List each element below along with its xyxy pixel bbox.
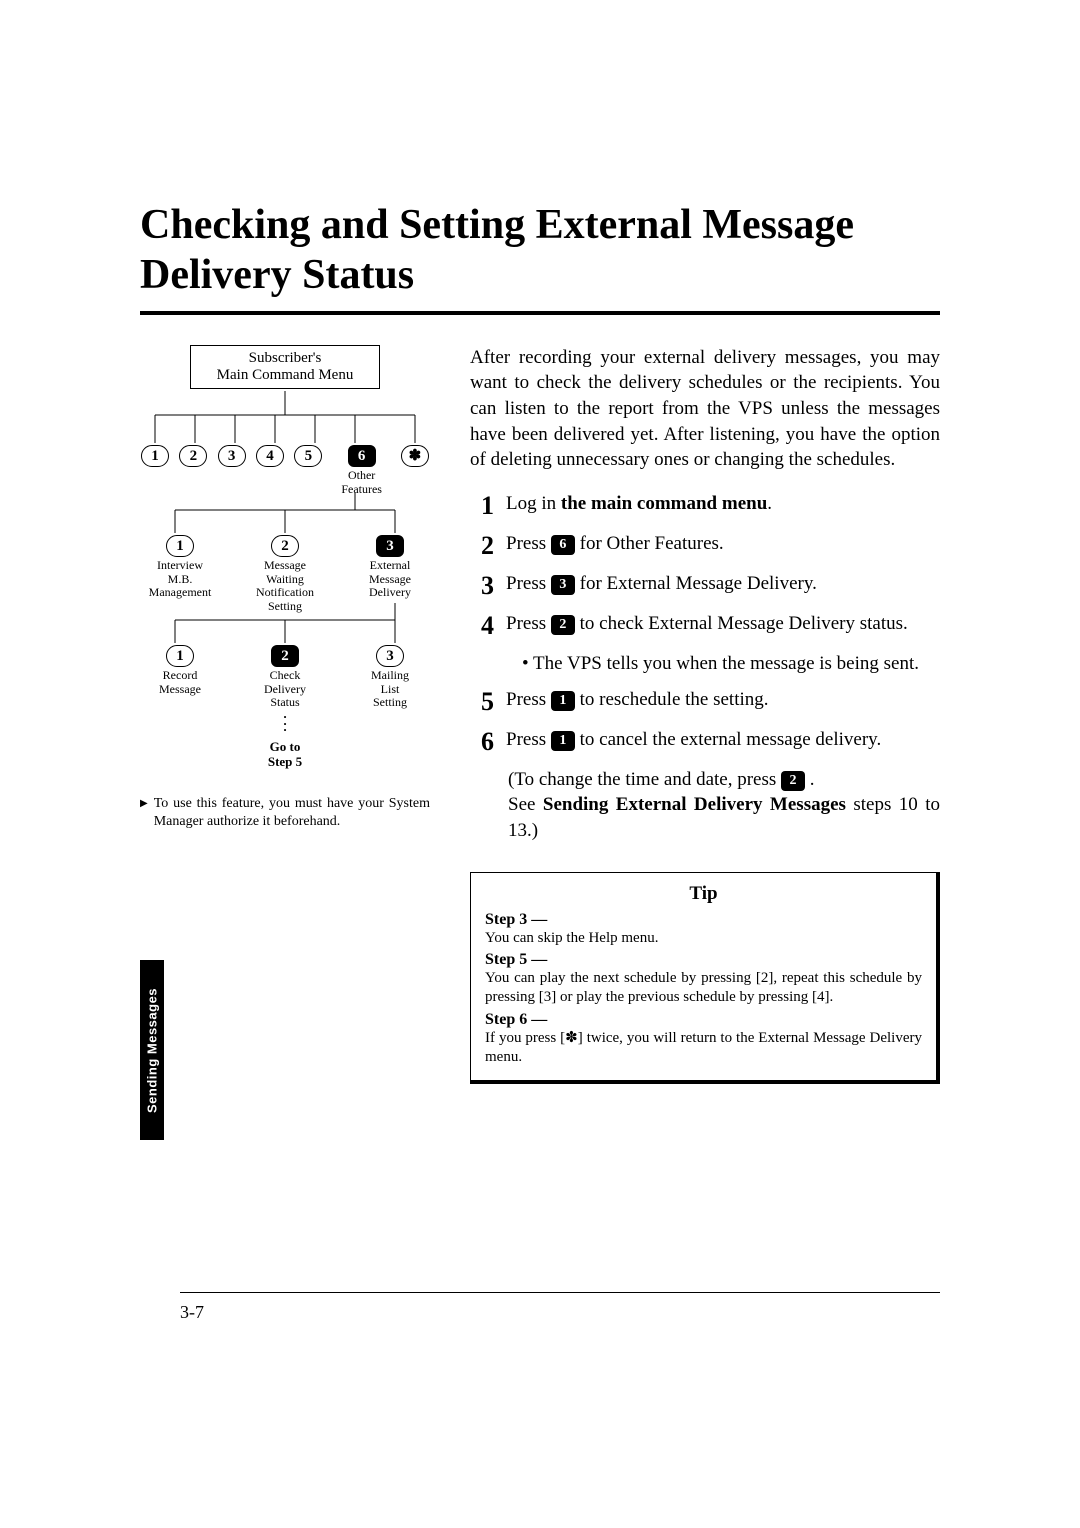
tip-title: Tip [485, 883, 922, 905]
keypad-1a-icon: 1 [551, 691, 575, 711]
key-5: 5 [294, 445, 322, 467]
row2-key-1: 1 [166, 535, 194, 557]
step-4-sub: • The VPS tells you when the message is … [522, 651, 940, 677]
step-6-body: Press 1 to cancel the external message d… [506, 727, 940, 753]
step-1-pre: Log in [506, 493, 561, 514]
step-3-body: Press 3 for External Message Delivery. [506, 571, 940, 597]
tip-step6-t: If you press [✽] twice, you will return … [485, 1029, 922, 1067]
step-2-body: Press 6 for Other Features. [506, 531, 940, 557]
step-num-3: 3 [470, 571, 494, 601]
page-number: 3-7 [180, 1302, 204, 1323]
row3-label-2: Check Delivery Status [245, 669, 325, 710]
sub6b-pre: See [508, 794, 543, 815]
step-4-post: to check External Message Delivery statu… [575, 613, 908, 634]
tip-step3-h: Step 3 — [485, 911, 922, 929]
key-2: 2 [179, 445, 207, 467]
menu-tree-diagram: Subscriber's Main Command Menu 1 2 3 4 5… [140, 345, 430, 775]
ellipsis-icon: ··· [245, 714, 325, 734]
row2-label-3: External Message Delivery [350, 559, 430, 600]
key-star: ✽ [401, 445, 429, 467]
keypad-2-icon: 2 [551, 615, 575, 635]
row3-key-2: 2 [271, 645, 299, 667]
row2-label-2: Message Waiting Notification Setting [245, 559, 325, 614]
step-6-post: to cancel the external message delivery. [575, 729, 881, 750]
step-3-post: for External Message Delivery. [575, 573, 817, 594]
step-3-pre: Press [506, 573, 551, 594]
sub6b-bold: Sending External Delivery Messages [543, 794, 846, 815]
keypad-1b-icon: 1 [551, 731, 575, 751]
keypad-3-icon: 3 [551, 575, 575, 595]
intro-text: After recording your external delivery m… [470, 345, 940, 473]
step-4-body: Press 2 to check External Message Delive… [506, 611, 940, 637]
row3-label-1: Record Message [140, 669, 220, 697]
section-tab: Sending Messages [140, 960, 164, 1140]
tip-step3-t: You can skip the Help menu. [485, 929, 922, 948]
step-num-6: 6 [470, 727, 494, 757]
row3-key-1: 1 [166, 645, 194, 667]
key-6: 6 [348, 445, 376, 467]
tip-box: Tip Step 3 — You can skip the Help menu.… [470, 872, 940, 1085]
keypad-6-icon: 6 [551, 535, 575, 555]
key-4: 4 [256, 445, 284, 467]
step-5-body: Press 1 to reschedule the setting. [506, 687, 940, 713]
authorization-note: ▶ To use this feature, you must have you… [140, 795, 430, 831]
step-num-4: 4 [470, 611, 494, 641]
step-num-1: 1 [470, 491, 494, 521]
step-4-pre: Press [506, 613, 551, 634]
subscriber-menu-box: Subscriber's Main Command Menu [190, 345, 380, 389]
sub6a-post: . [805, 769, 815, 790]
keypad-2b-icon: 2 [781, 771, 805, 791]
row3-label-3: Mailing List Setting [350, 669, 430, 710]
step-1-bold: the main command menu [561, 493, 767, 514]
step-1-body: Log in the main command menu. [506, 491, 940, 517]
triangle-bullet-icon: ▶ [140, 795, 148, 831]
tip-step5-t: You can play the next schedule by pressi… [485, 969, 922, 1007]
step-num-5: 5 [470, 687, 494, 717]
step-5-pre: Press [506, 689, 551, 710]
key-3: 3 [218, 445, 246, 467]
menu-box-line1: Subscriber's [197, 350, 373, 367]
step-1-post: . [767, 493, 772, 514]
footer-rule [180, 1292, 940, 1293]
step-6-sub-a: (To change the time and date, press 2 . … [508, 767, 940, 844]
row2-key-3: 3 [376, 535, 404, 557]
other-features-label: Other Features [332, 469, 392, 497]
step-5-post: to reschedule the setting. [575, 689, 769, 710]
page-title: Checking and Setting External Message De… [140, 200, 940, 315]
sub6a-pre: (To change the time and date, press [508, 769, 781, 790]
note-text: To use this feature, you must have your … [154, 795, 430, 831]
step-2-pre: Press [506, 533, 551, 554]
step-6-pre: Press [506, 729, 551, 750]
tip-step6-h: Step 6 — [485, 1011, 922, 1029]
menu-box-line2: Main Command Menu [197, 367, 373, 384]
goto-step5: Go to Step 5 [245, 740, 325, 770]
key-1: 1 [141, 445, 169, 467]
row3-key-3: 3 [376, 645, 404, 667]
row2-label-1: Interview M.B. Management [140, 559, 220, 600]
row2-key-2: 2 [271, 535, 299, 557]
step-num-2: 2 [470, 531, 494, 561]
step-2-post: for Other Features. [575, 533, 724, 554]
tip-step5-h: Step 5 — [485, 951, 922, 969]
